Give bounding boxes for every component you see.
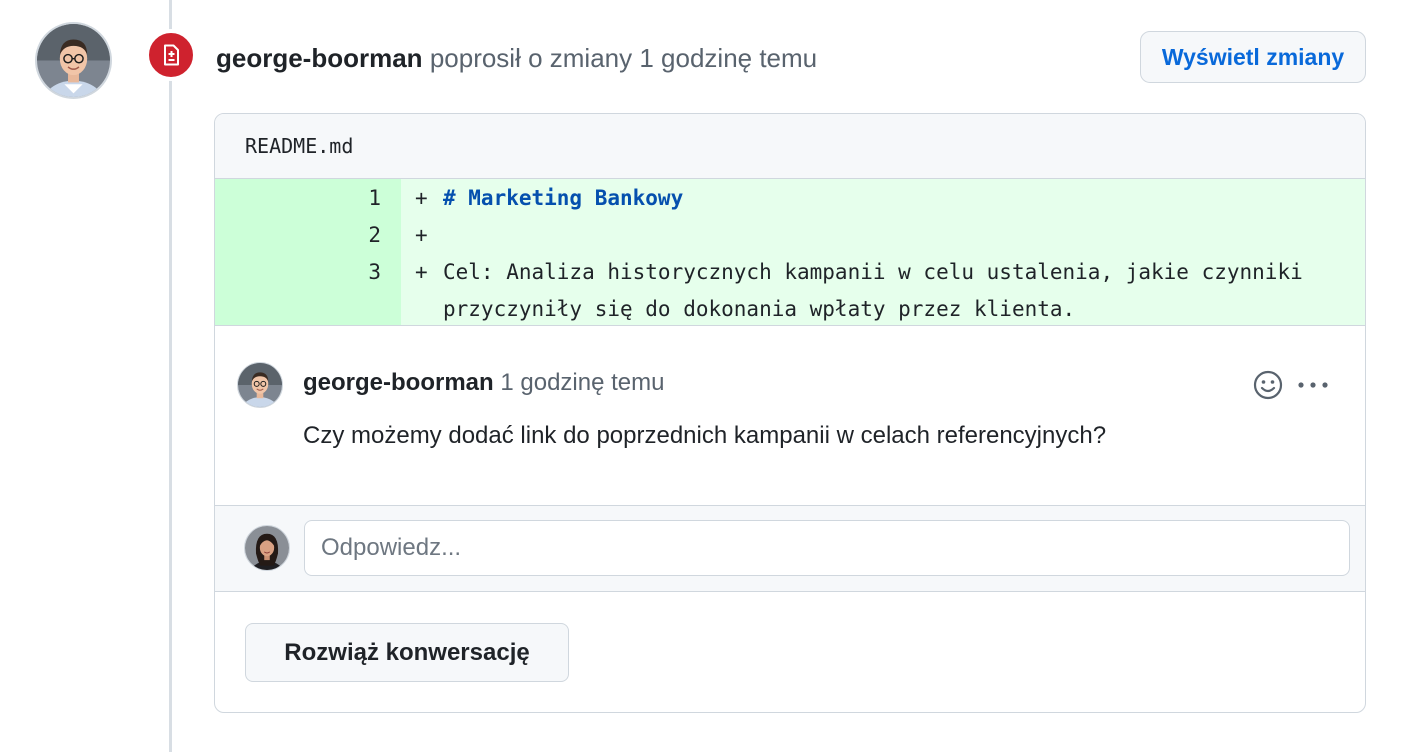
timeline-rail (169, 0, 172, 752)
add-reaction-button[interactable] (1252, 369, 1284, 401)
current-user-avatar (244, 525, 290, 571)
person-avatar-image (238, 363, 282, 407)
changes-requested-badge (145, 29, 197, 81)
diff-line: 2 + (215, 217, 1365, 254)
file-name[interactable]: README.md (215, 114, 1365, 179)
line-number[interactable]: 3 (215, 254, 381, 328)
comment-options-button[interactable] (1295, 369, 1331, 401)
diff-hunk: 1 + # Marketing Bankowy 2 + 3 + Cel: Ana… (215, 179, 1365, 326)
review-comment: george-boorman 1 godzinę temu Czy możemy… (215, 326, 1365, 506)
code-line: # Marketing Bankowy (443, 186, 684, 210)
view-changes-button[interactable]: Wyświetl zmiany (1140, 31, 1366, 83)
comment-author-avatar[interactable] (237, 362, 283, 408)
resolve-conversation-button[interactable]: Rozwiąż konwersację (245, 623, 569, 682)
smiley-icon (1253, 370, 1283, 400)
reply-input[interactable] (304, 520, 1350, 576)
comment-body: Czy możemy dodać link do poprzednich kam… (303, 422, 1107, 449)
file-diff-icon (164, 44, 179, 66)
reply-box (215, 506, 1365, 592)
addition-marker: + (415, 260, 428, 284)
line-number[interactable]: 1 (215, 180, 381, 217)
person-avatar-image (37, 24, 110, 97)
reviewer-avatar[interactable] (35, 22, 112, 99)
pull-request-review-timeline: george-boorman poprosił o zmiany 1 godzi… (0, 0, 1403, 752)
review-header: george-boorman poprosił o zmiany 1 godzi… (216, 40, 817, 76)
review-comment-card: README.md 1 + # Marketing Bankowy 2 + 3 … (214, 113, 1366, 713)
comment-author-link[interactable]: george-boorman (303, 369, 494, 396)
diff-line: 3 + Cel: Analiza historycznych kampanii … (215, 254, 1365, 328)
person-avatar-image (245, 526, 289, 570)
review-author-link[interactable]: george-boorman (216, 43, 423, 73)
code-line: Cel: Analiza historycznych kampanii w ce… (443, 260, 1316, 321)
diff-line: 1 + # Marketing Bankowy (215, 179, 1365, 217)
comment-header: george-boorman 1 godzinę temu (303, 366, 664, 400)
line-number[interactable]: 2 (215, 217, 381, 254)
kebab-horizontal-icon (1298, 382, 1328, 388)
addition-marker: + (415, 186, 428, 210)
review-action-text: poprosił o zmiany 1 godzinę temu (429, 43, 818, 73)
addition-marker: + (415, 223, 428, 247)
comment-timestamp[interactable]: 1 godzinę temu (500, 369, 664, 396)
